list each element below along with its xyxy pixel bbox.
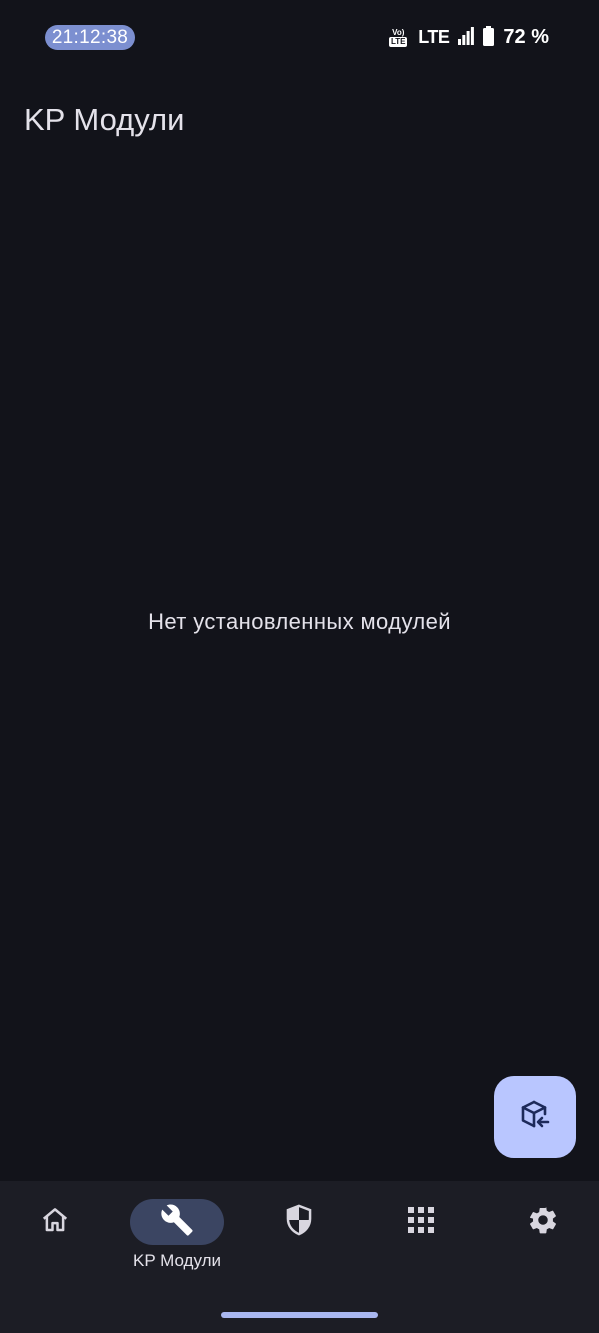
nav-label-modules: KP Модули — [133, 1251, 221, 1270]
bottom-navigation: KP Модули — [0, 1181, 599, 1333]
nav-pill-superuser — [252, 1199, 346, 1245]
nav-pill-modules — [130, 1199, 224, 1245]
nav-item-superuser[interactable] — [239, 1199, 359, 1279]
screen: 21:12:38 Vo) LTE LTE 72 % KP Модули Нет … — [0, 0, 599, 1333]
battery-level: 72 % — [503, 26, 549, 48]
nav-item-modules[interactable]: KP Модули — [117, 1199, 237, 1279]
grid-icon — [408, 1207, 434, 1237]
wrench-icon — [160, 1203, 194, 1241]
nav-item-settings[interactable] — [483, 1199, 599, 1279]
status-bar: 21:12:38 Vo) LTE LTE 72 % — [0, 0, 599, 74]
status-icons: Vo) LTE LTE 72 % — [387, 25, 549, 50]
page-title: KP Модули — [24, 102, 185, 137]
status-clock: 21:12:38 — [45, 25, 135, 50]
home-indicator[interactable] — [221, 1312, 378, 1318]
install-module-button[interactable] — [494, 1076, 576, 1158]
network-type: LTE — [418, 27, 450, 47]
nav-pill-apps — [374, 1199, 468, 1245]
nav-pill-settings — [496, 1199, 590, 1245]
nav-item-home[interactable] — [0, 1199, 115, 1279]
signal-icon — [458, 26, 475, 49]
empty-state-message: Нет установленных модулей — [148, 609, 451, 634]
battery-icon — [483, 25, 495, 50]
home-icon — [40, 1205, 70, 1239]
gear-icon — [527, 1204, 559, 1240]
nav-pill-home — [8, 1199, 102, 1245]
install-module-icon — [519, 1099, 551, 1135]
nav-item-apps[interactable] — [361, 1199, 481, 1279]
volte-bottom-text: LTE — [388, 37, 408, 47]
volte-top-text: Vo) — [392, 28, 405, 37]
volte-icon: Vo) LTE — [387, 27, 409, 49]
shield-icon — [284, 1204, 314, 1240]
